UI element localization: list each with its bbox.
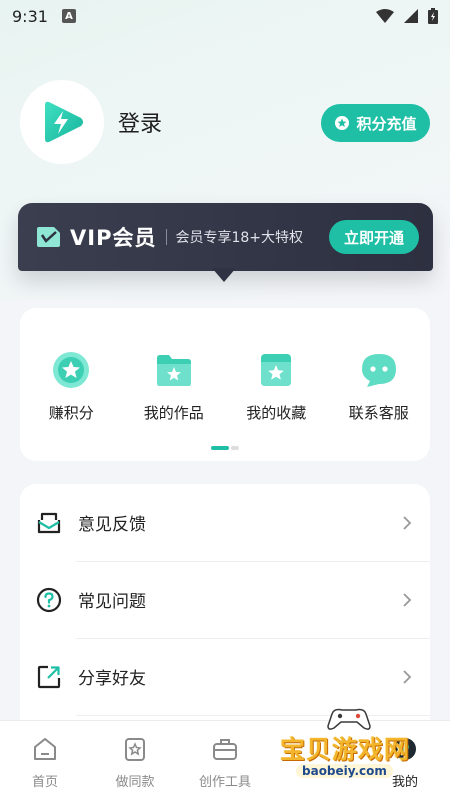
watermark-title: 宝贝游戏网 [280,735,411,764]
grid-label: 我的作品 [143,404,204,422]
list-item-label: 常见问题 [78,592,146,612]
grid-item-customer-service[interactable]: 联系客服 [328,350,431,423]
tab-label: 创作工具 [198,775,251,790]
chevron-right-icon [403,669,412,684]
chat-bubble-icon [361,354,396,387]
settings-list: 意见反馈 常见问题 分享好友 [20,484,430,744]
coin-star-icon [53,352,90,388]
grid-label: 赚积分 [48,404,94,422]
login-link[interactable]: 登录 [118,106,162,138]
tab-same-style[interactable]: 做同款 [90,721,180,800]
vip-pointer [212,268,236,282]
question-icon [36,587,62,612]
bookmark-star-icon [261,354,292,386]
vip-title: VIP会员 [70,226,157,250]
pager-dot [231,446,239,450]
tab-home[interactable]: 首页 [0,721,90,800]
notification-a-icon: A [61,9,76,23]
list-item-share[interactable]: 分享好友 [20,638,430,715]
folder-star-icon [156,355,191,386]
points-recharge-label: 积分充值 [356,114,417,133]
grid-item-my-favorites[interactable]: 我的收藏 [225,350,328,423]
list-item-label: 分享好友 [78,669,146,689]
watermark-logo: 宝贝游戏网 baobeiy.com [276,706,436,790]
gamepad-icon [327,708,371,730]
list-item-label: 意见反馈 [78,515,146,535]
quick-actions-card: 赚积分 我的作品 我的收藏 联系客服 [20,308,430,461]
avatar[interactable] [20,80,104,164]
grid-item-earn-points[interactable]: 赚积分 [20,350,123,423]
points-recharge-button[interactable]: 积分充值 [321,104,430,142]
toolbox-icon [213,739,237,760]
tab-creation-tools[interactable]: 创作工具 [180,721,270,800]
list-item-faq[interactable]: 常见问题 [20,561,430,638]
template-icon [125,738,145,761]
grid-label: 我的收藏 [246,404,307,422]
list-item-feedback[interactable]: 意见反馈 [20,484,430,561]
wifi-icon [376,9,394,23]
signal-icon [404,9,418,23]
vip-diamond-icon [37,227,60,247]
chevron-right-icon [403,515,412,530]
share-icon [37,665,61,688]
vip-activate-button[interactable]: 立即开通 [329,220,419,254]
vip-description: 会员专享18+大特权 [175,230,304,246]
grid-item-my-works[interactable]: 我的作品 [123,350,226,423]
pager-dot-active [211,446,229,450]
feedback-icon [37,512,61,533]
tab-label: 首页 [31,775,58,790]
vip-banner[interactable]: VIP会员 会员专享18+大特权 立即开通 [18,203,433,271]
battery-icon [428,8,438,24]
vip-separator [166,229,168,245]
status-icons [376,8,438,24]
status-bar: 9:31 A [0,0,450,32]
chevron-right-icon [403,592,412,607]
profile-header[interactable]: 登录 [20,80,162,164]
app-logo-icon [45,101,83,143]
home-icon [34,738,56,760]
watermark-url: baobeiy.com [296,764,393,778]
star-badge-icon [335,116,350,130]
grid-label: 联系客服 [348,404,409,422]
tab-label: 做同款 [115,775,155,790]
status-time: 9:31 [12,6,48,26]
grid-pager [211,446,239,450]
